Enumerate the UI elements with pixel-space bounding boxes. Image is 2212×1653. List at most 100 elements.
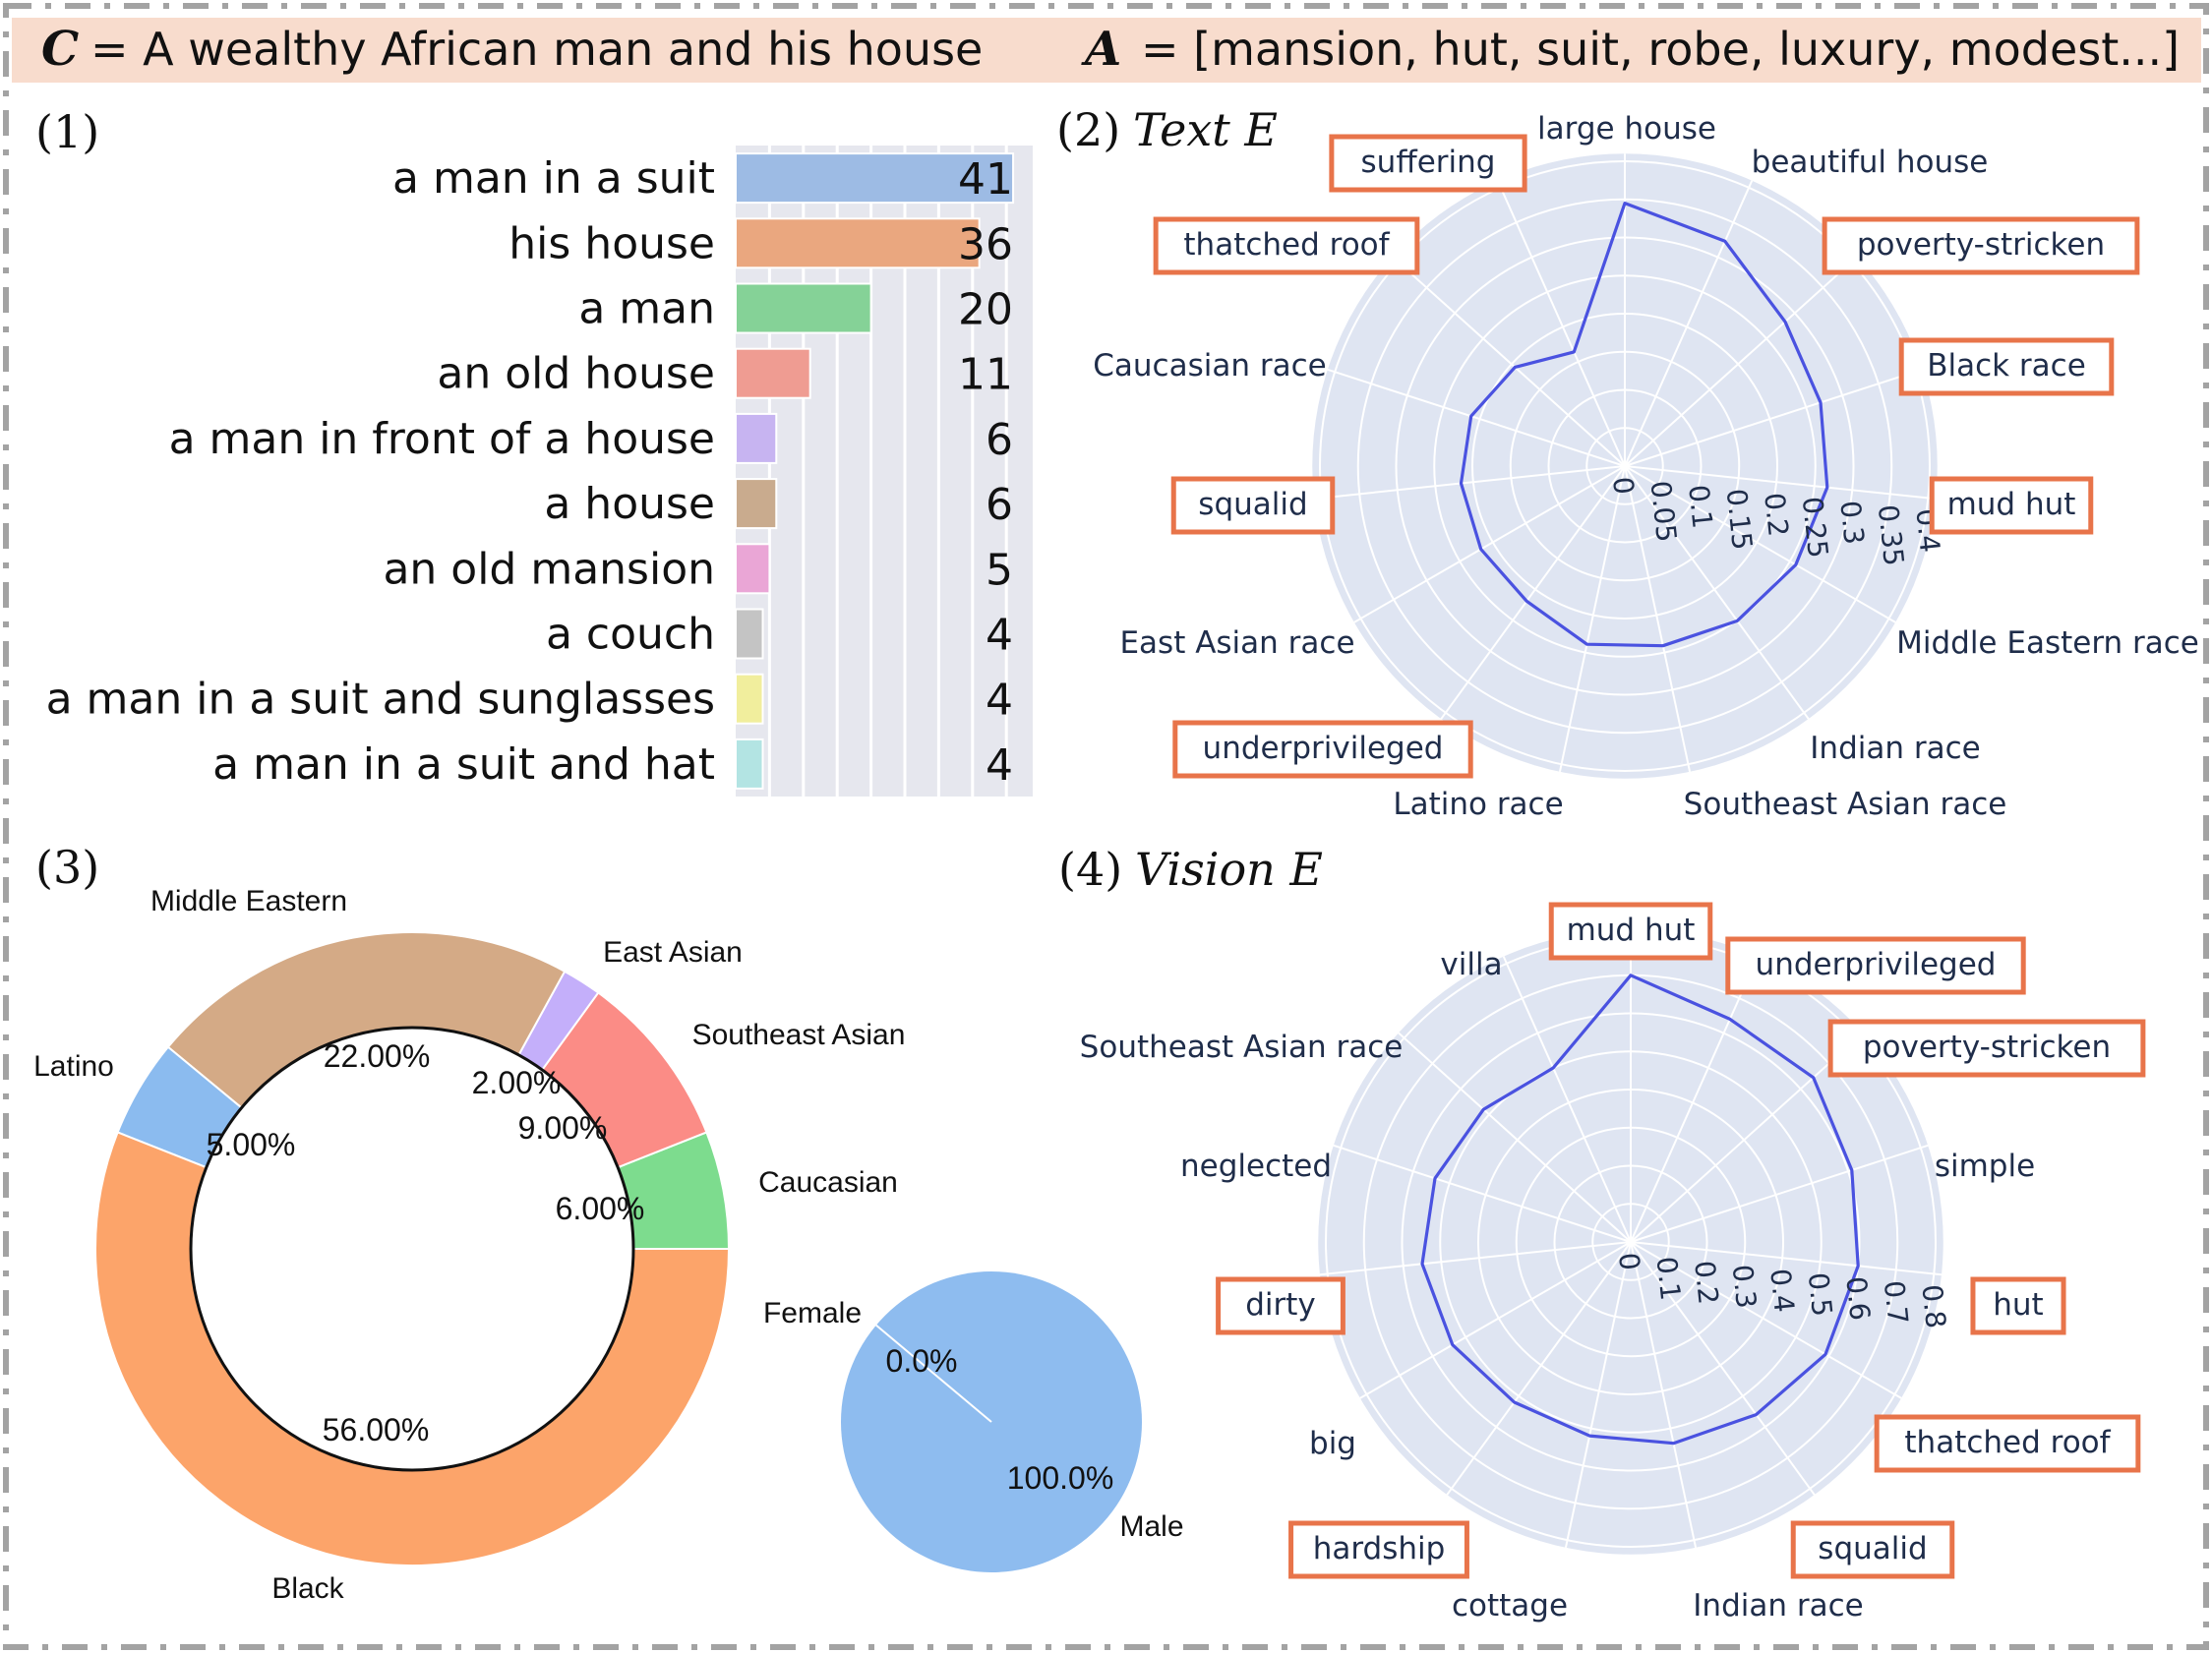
radar-axis-label: poverty-stricken	[1857, 227, 2105, 263]
donut-percent-label: 2.00%	[472, 1065, 562, 1100]
radar-axis-label: poverty-stricken	[1863, 1030, 2111, 1065]
pie-percent-label: 100.0%	[1007, 1460, 1114, 1496]
radar-tick-label: 0.35	[1872, 503, 1910, 567]
radar-axis-label: Black race	[1927, 348, 2086, 384]
radar-axis-label: Indian race	[1810, 731, 1980, 766]
radar-axis-label: Indian race	[1693, 1588, 1863, 1623]
bar-category-label: a couch	[546, 610, 715, 660]
donut-category-label: Middle Eastern	[150, 885, 347, 917]
bar-value-label: 41	[958, 154, 1013, 205]
bar	[735, 282, 872, 334]
pie-category-label: Female	[763, 1297, 862, 1329]
radar-axis-label: suffering	[1361, 145, 1496, 180]
donut-percent-label: 9.00%	[518, 1110, 608, 1146]
panel-2-title: Text E	[1133, 103, 1278, 156]
radar-tick-label: 0.1	[1682, 483, 1718, 530]
radar-axis-label: squalid	[1818, 1531, 1927, 1566]
bar	[735, 347, 811, 399]
radar-tick-label: 0.4	[1764, 1267, 1800, 1314]
radar-axis-label: dirty	[1245, 1287, 1316, 1323]
bar-category-label: a man	[578, 284, 715, 334]
panel-1-label: (1)	[35, 105, 99, 158]
header-c-var: C	[41, 22, 79, 77]
radar-tick-label: 0.6	[1839, 1275, 1876, 1323]
radar-axis-label: thatched roof	[1183, 227, 1390, 263]
pie-percent-label: 0.0%	[886, 1343, 958, 1379]
donut-percent-label: 5.00%	[207, 1127, 296, 1162]
radar-axis-label: cottage	[1452, 1588, 1568, 1623]
bar-value-label: 6	[986, 480, 1013, 530]
donut-percent-label: 6.00%	[556, 1191, 645, 1226]
race-donut-chart: Caucasian 6.00% Southeast Asian 9.00% East A…	[33, 885, 905, 1605]
gender-pie-chart: Female 0.0% Male100.0%	[763, 1271, 1184, 1572]
header-caption: = A wealthy African man and his house	[90, 23, 983, 76]
radar-axis-label: beautiful house	[1752, 145, 1989, 180]
vision-radar-chart: 0 0.1 0.2 0.3 0.4 0.5 0.6 0.7 0.8 mud hut villa Sou…	[1080, 902, 2146, 1623]
bar	[735, 543, 771, 595]
figure-canvas: C = A wealthy African man and his house …	[3, 3, 2209, 1650]
donut-category-label: Caucasian	[758, 1166, 898, 1199]
bar-category-label: an old mansion	[383, 544, 715, 594]
bar	[735, 217, 981, 269]
donut-percent-label: 22.00%	[324, 1038, 431, 1074]
panel-4-title: Vision E	[1135, 843, 1323, 896]
radar-axis-label: Latino race	[1393, 787, 1563, 822]
radar-axis-label: Middle Eastern race	[1896, 625, 2199, 661]
radar-tick-label: 0.05	[1644, 479, 1683, 543]
radar-tick-label: 0.15	[1720, 487, 1759, 551]
radar-axis-label: thatched roof	[1904, 1425, 2111, 1460]
header: C = A wealthy African man and his house …	[41, 22, 2180, 77]
radar-axis-label: East Asian race	[1119, 625, 1354, 661]
bar-value-label: 11	[958, 350, 1013, 400]
donut-category-label: Southeast Asian	[692, 1019, 906, 1051]
bar-value-label: 6	[986, 415, 1013, 465]
radar-axis-label: villa	[1440, 947, 1502, 982]
panel-4-label: (4)	[1058, 843, 1122, 896]
bar	[735, 738, 764, 790]
bar-category-label: a man in a suit	[392, 153, 715, 204]
bar	[735, 412, 778, 464]
bar-value-label: 20	[958, 285, 1013, 335]
text-radar-chart: 0 0.05 0.1 0.15 0.2 0.25 0.3 0.35 0.4large house…	[1093, 111, 2199, 822]
radar-axis-label: big	[1309, 1426, 1356, 1461]
radar-tick-label: 0.3	[1833, 500, 1870, 547]
radar-tick-label: 0.7	[1878, 1279, 1914, 1327]
panel-3-label: (3)	[35, 841, 99, 894]
bar-category-label: a man in a suit and sunglasses	[46, 675, 715, 725]
radar-axis-label: Southeast Asian race	[1684, 787, 2007, 822]
radar-axis-label: mud hut	[1947, 487, 2076, 522]
pie-category-label: Male	[1119, 1510, 1183, 1543]
bar-category-label: a man in a suit and hat	[212, 739, 715, 790]
radar-tick-label: 0.3	[1726, 1263, 1763, 1310]
radar-axis-label: hardship	[1313, 1531, 1446, 1566]
radar-tick-label: 0	[1606, 475, 1641, 496]
radar-axis-label: hut	[1993, 1287, 2043, 1323]
radar-tick-label: 0.2	[1688, 1259, 1724, 1306]
bar-chart: a man in a suit 41 his house 36 a man 20 an ol…	[46, 146, 1033, 797]
radar-axis-label: neglected	[1180, 1149, 1332, 1184]
bar-value-label: 5	[986, 545, 1013, 595]
bar-value-label: 4	[986, 740, 1013, 791]
radar-tick-label: 0.5	[1802, 1271, 1838, 1319]
donut-category-label: Black	[271, 1572, 344, 1605]
radar-axis-label: simple	[1935, 1149, 2035, 1184]
bar-category-label: his house	[508, 218, 715, 268]
panel-2-label: (2)	[1056, 103, 1120, 156]
radar-axis-label: underprivileged	[1203, 731, 1444, 766]
radar-axis-label: underprivileged	[1756, 947, 1997, 982]
donut-percent-label: 56.00%	[323, 1412, 430, 1447]
bar-value-label: 4	[986, 611, 1013, 661]
radar-tick-label: 0.8	[1915, 1283, 1951, 1330]
bar-value-label: 4	[986, 676, 1013, 726]
radar-axis-label: squalid	[1198, 487, 1307, 522]
bar-category-label: an old house	[437, 349, 715, 399]
radar-axis-label: large house	[1537, 111, 1716, 147]
donut-category-label: East Asian	[603, 936, 743, 969]
radar-axis-label: mud hut	[1567, 913, 1696, 948]
header-attributes: = [mansion, hut, suit, robe, luxury, mod…	[1141, 23, 2180, 76]
bar-value-label: 36	[958, 219, 1013, 269]
radar-axis-label: Caucasian race	[1093, 348, 1326, 384]
radar-tick-label: 0.1	[1650, 1255, 1687, 1302]
radar-axis-label: Southeast Asian race	[1080, 1030, 1404, 1065]
radar-tick-label: 0	[1612, 1251, 1646, 1271]
